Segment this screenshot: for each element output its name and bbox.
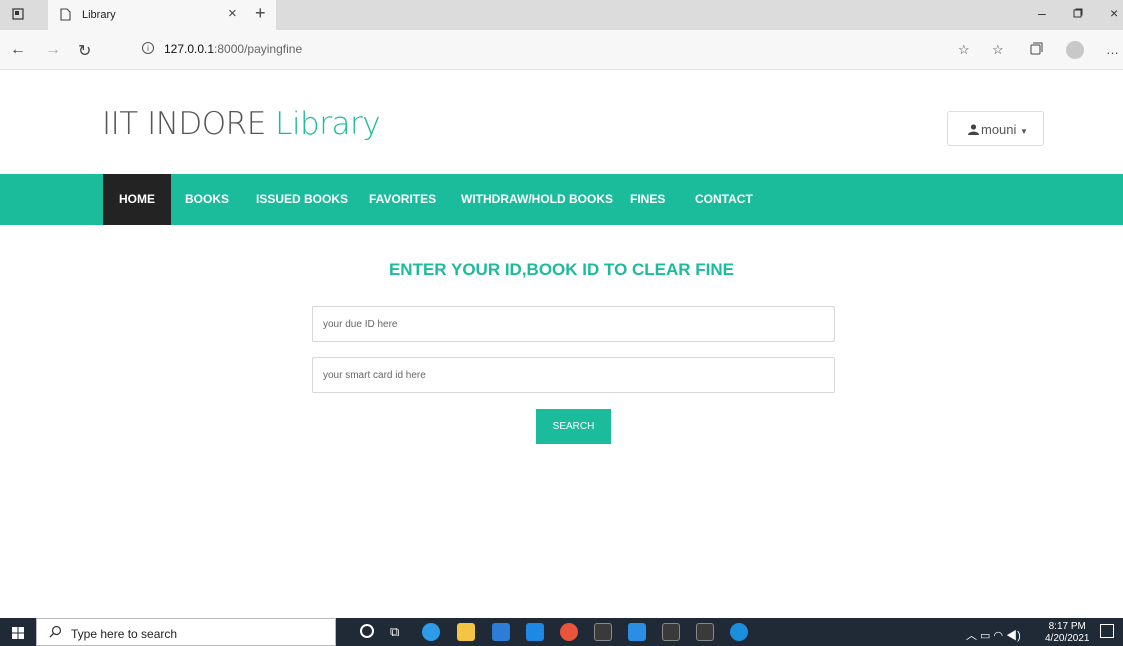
cortana-icon[interactable] [360, 624, 374, 638]
terminal-icon[interactable] [594, 623, 612, 641]
nav-withdraw-hold-books[interactable]: WITHDRAW/HOLD BOOKS [445, 174, 629, 225]
clock-date: 4/20/2021 [1045, 633, 1090, 644]
address-bar: ← → ↻ i 127.0.0.1:8000/payingfine ☆ ☆ … [0, 30, 1123, 70]
console-icon[interactable] [662, 623, 680, 641]
url-host: 127.0.0.1 [164, 42, 215, 56]
mail-icon[interactable] [526, 623, 544, 641]
store-icon[interactable] [492, 623, 510, 641]
nav-contact[interactable]: CONTACT [679, 174, 769, 225]
file-explorer-icon[interactable] [457, 623, 475, 641]
nav-books[interactable]: BOOKS [169, 174, 245, 225]
close-tab-icon[interactable]: × [228, 5, 237, 22]
search-button[interactable]: SEARCH [536, 409, 611, 444]
skype-icon[interactable] [730, 623, 748, 641]
smart-card-id-input[interactable] [312, 357, 835, 393]
app-window-icon[interactable] [696, 623, 714, 641]
new-tab-icon[interactable]: + [255, 3, 266, 24]
nav-favorites[interactable]: FAVORITES [353, 174, 452, 225]
brand-main: IIT INDORE [102, 106, 266, 142]
page-icon [60, 8, 71, 26]
tab-actions-icon[interactable] [12, 7, 24, 23]
user-icon [968, 123, 979, 135]
system-tray-icons[interactable]: ︿ ▭ ◠ ◀) [966, 627, 1021, 643]
tab-title: Library [82, 9, 116, 21]
url-path: :8000/payingfine [214, 42, 303, 56]
site-info-icon[interactable]: i [142, 42, 154, 54]
taskbar-search-text: Type here to search [71, 627, 178, 641]
os-taskbar: Type here to search ⧉ ︿ ▭ ◠ ◀) 8:17 PM 4… [0, 618, 1123, 646]
browser-tab-bar: Library × + – × [0, 0, 1123, 30]
task-view-icon[interactable]: ⧉ [390, 624, 399, 640]
favorite-star-icon[interactable]: ☆ [958, 42, 970, 58]
favorites-list-icon[interactable]: ☆ [992, 42, 1004, 58]
brand-accent: Library [275, 106, 381, 142]
edge-icon[interactable] [422, 623, 440, 641]
user-menu-button[interactable]: mouni ▼ [947, 111, 1044, 146]
close-window-icon[interactable]: × [1110, 5, 1118, 21]
search-icon [49, 625, 62, 643]
user-name: mouni [981, 122, 1017, 137]
main-navbar: HOME BOOKS ISSUED BOOKS FAVORITES WITHDR… [0, 174, 1123, 225]
restore-icon[interactable] [1073, 5, 1083, 21]
chrome-icon[interactable] [560, 623, 578, 641]
site-brand[interactable]: IIT INDORE Library [102, 106, 381, 142]
reload-icon[interactable]: ↻ [78, 41, 91, 61]
nav-fines[interactable]: FINES [614, 174, 681, 225]
collections-icon[interactable] [1030, 42, 1043, 58]
nav-home[interactable]: HOME [103, 174, 171, 225]
caret-down-icon: ▼ [1020, 127, 1028, 136]
vscode-icon[interactable] [628, 623, 646, 641]
forward-icon[interactable]: → [45, 41, 61, 59]
profile-icon[interactable] [1066, 41, 1084, 59]
nav-issued-books[interactable]: ISSUED BOOKS [240, 174, 364, 225]
taskbar-clock[interactable]: 8:17 PM 4/20/2021 [1045, 621, 1090, 645]
clock-time: 8:17 PM [1048, 621, 1086, 632]
back-icon[interactable]: ← [10, 41, 26, 59]
due-id-input[interactable] [312, 306, 835, 342]
minimize-icon[interactable]: – [1038, 5, 1046, 21]
browser-tab[interactable]: Library × [48, 0, 276, 30]
url-field[interactable]: 127.0.0.1:8000/payingfine [164, 42, 302, 56]
taskbar-search[interactable]: Type here to search [36, 618, 336, 646]
notification-icon[interactable] [1100, 624, 1114, 638]
more-icon[interactable]: … [1106, 42, 1119, 57]
form-heading: ENTER YOUR ID,BOOK ID TO CLEAR FINE [388, 260, 735, 279]
windows-start-icon[interactable] [12, 626, 24, 639]
